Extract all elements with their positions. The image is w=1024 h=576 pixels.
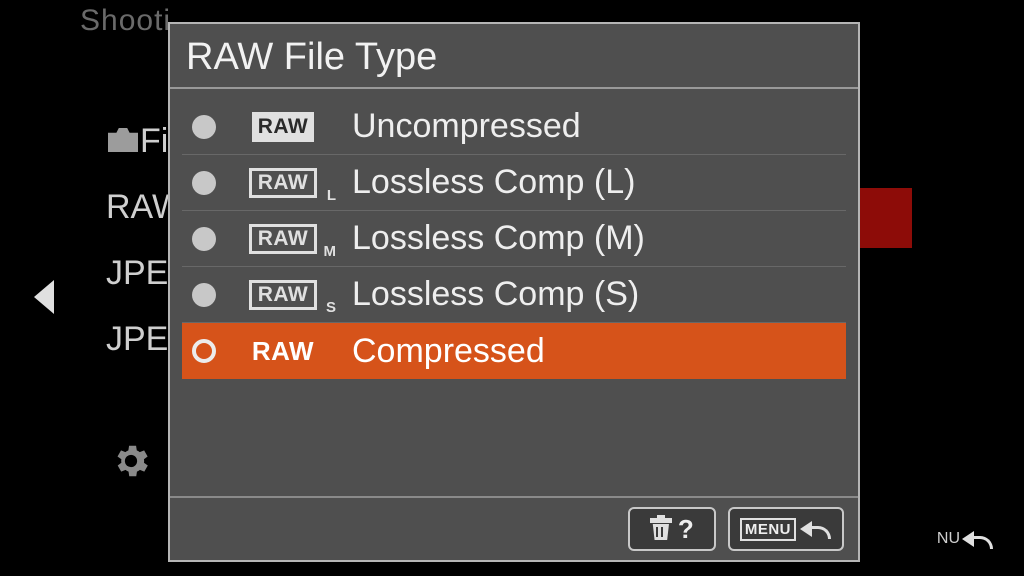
option-compressed[interactable]: RAW Compressed: [182, 323, 846, 379]
raw-badge-sub: L: [327, 187, 336, 204]
dialog-footer: ? MENU: [170, 496, 858, 560]
bg-menu-label: NU: [937, 530, 960, 548]
raw-badge: RAW L: [240, 168, 326, 198]
help-symbol: ?: [678, 514, 694, 545]
option-lossless-l[interactable]: RAW L Lossless Comp (L): [182, 155, 846, 211]
option-lossless-m[interactable]: RAW M Lossless Comp (M): [182, 211, 846, 267]
option-label: Uncompressed: [352, 107, 581, 146]
raw-badge-text: RAW: [249, 224, 318, 254]
menu-label: MENU: [740, 518, 796, 541]
raw-badge-text: RAW: [249, 280, 318, 310]
bg-item-jpeg1: JPE: [106, 254, 168, 293]
option-lossless-s[interactable]: RAW S Lossless Comp (S): [182, 267, 846, 323]
dialog-title: RAW File Type: [170, 24, 858, 89]
bg-crumb: Shooti: [80, 4, 171, 38]
radio-icon: [192, 115, 216, 139]
radio-icon: [192, 227, 216, 251]
back-arrow-icon: [964, 528, 994, 550]
bg-menu-back: NU: [937, 528, 994, 550]
help-button[interactable]: ?: [628, 507, 716, 551]
nav-left-icon: [34, 280, 54, 314]
option-uncompressed[interactable]: RAW Uncompressed: [182, 99, 846, 155]
bg-item-file: Fi: [140, 122, 168, 161]
raw-badge-text: RAW: [249, 168, 318, 198]
option-label: Compressed: [352, 332, 545, 371]
back-arrow-icon: [802, 518, 832, 540]
menu-back-button[interactable]: MENU: [728, 507, 844, 551]
bg-item-jpeg2: JPE: [106, 320, 168, 359]
gear-icon: [110, 440, 152, 482]
raw-file-type-dialog: RAW File Type RAW Uncompressed RAW L Los…: [168, 22, 860, 562]
radio-icon: [192, 283, 216, 307]
option-list: RAW Uncompressed RAW L Lossless Comp (L)…: [170, 89, 858, 379]
raw-badge: RAW: [240, 336, 326, 366]
camera-icon: [108, 128, 138, 152]
raw-badge-text: RAW: [252, 112, 315, 142]
option-label: Lossless Comp (M): [352, 219, 645, 258]
trash-icon: [650, 518, 672, 540]
raw-badge-sub: S: [326, 299, 336, 316]
option-label: Lossless Comp (S): [352, 275, 639, 314]
raw-badge: RAW S: [240, 280, 326, 310]
raw-badge: RAW: [240, 112, 326, 142]
radio-icon: [192, 171, 216, 195]
radio-icon: [192, 339, 216, 363]
raw-badge: RAW M: [240, 224, 326, 254]
raw-badge-text: RAW: [246, 336, 320, 366]
raw-badge-sub: M: [324, 243, 337, 260]
option-label: Lossless Comp (L): [352, 163, 635, 202]
